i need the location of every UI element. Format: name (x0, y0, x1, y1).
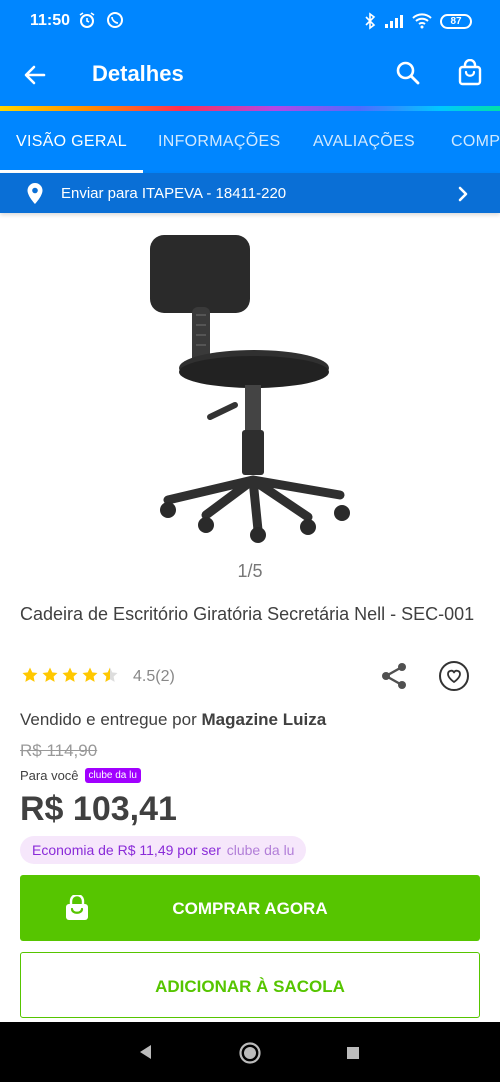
shipping-bar[interactable]: Enviar para ITAPEVA - 18411-220 (0, 173, 500, 213)
status-bar: 11:50 87 (0, 0, 500, 44)
para-voce-label: Para você (20, 768, 79, 783)
heart-icon[interactable] (438, 660, 470, 692)
share-icon[interactable] (378, 660, 410, 692)
bluetooth-icon (365, 12, 376, 30)
tab-informacoes[interactable]: INFORMAÇÕES (158, 133, 280, 151)
search-icon[interactable] (395, 60, 421, 86)
chevron-right-icon (458, 186, 468, 202)
star-half-icon (102, 667, 118, 682)
app-bar: Detalhes (0, 44, 500, 108)
star-full-icon (82, 667, 98, 682)
shipping-address: Enviar para ITAPEVA - 18411-220 (61, 185, 287, 202)
economy-badge: Economia de R$ 11,49 por ser clube da lu (20, 836, 307, 864)
seller-line: Vendido e entregue por Magazine Luiza (20, 710, 326, 730)
seller-prefix: Vendido e entregue por (20, 710, 202, 729)
alarm-icon (79, 12, 95, 28)
tab-avaliacoes[interactable]: AVALIAÇÕES (313, 133, 415, 151)
club-price-label: Para você clube da lu (20, 768, 141, 783)
economy-clube-logo: clube da lu (226, 842, 295, 858)
seller-name: Magazine Luiza (201, 710, 327, 729)
page-title: Detalhes (92, 61, 184, 86)
wifi-icon (412, 13, 432, 29)
back-triangle-icon[interactable] (137, 1043, 153, 1061)
recents-square-icon[interactable] (345, 1045, 361, 1061)
economy-text: Economia de R$ 11,49 por ser (32, 842, 221, 858)
clube-da-lu-badge: clube da lu (84, 768, 141, 783)
product-title: Cadeira de Escritório Giratória Secretár… (20, 604, 475, 624)
tab-visao-geral[interactable]: VISÃO GERAL (16, 133, 127, 151)
tab-comparar[interactable]: COMP (451, 133, 500, 151)
star-full-icon (42, 667, 58, 682)
home-circle-icon[interactable] (238, 1041, 262, 1065)
whatsapp-icon (107, 12, 123, 28)
old-price: R$ 114,90 (20, 741, 98, 760)
current-price: R$ 103,41 (20, 790, 177, 828)
star-full-icon (22, 667, 38, 682)
status-time: 11:50 (30, 12, 71, 29)
product-image[interactable] (140, 225, 370, 545)
battery-icon: 87 (440, 13, 472, 29)
rating-text[interactable]: 4.5(2) (133, 668, 175, 686)
buy-now-button[interactable]: COMPRAR AGORA (20, 875, 480, 941)
signal-icon (385, 15, 403, 28)
gallery-pager: 1/5 (237, 561, 263, 581)
arrow-left-icon[interactable] (22, 62, 48, 88)
add-to-bag-button[interactable]: ADICIONAR À SACOLA (20, 952, 480, 1018)
system-nav-bar (0, 1022, 500, 1082)
star-full-icon (62, 667, 78, 682)
tab-bar: VISÃO GERAL INFORMAÇÕES AVALIAÇÕES COMP (0, 111, 500, 173)
location-pin-icon (27, 183, 43, 204)
add-to-bag-label: ADICIONAR À SACOLA (155, 977, 345, 996)
shopping-bag-icon[interactable] (457, 59, 483, 87)
buy-now-label: COMPRAR AGORA (172, 899, 328, 918)
rating-stars[interactable] (21, 666, 119, 684)
